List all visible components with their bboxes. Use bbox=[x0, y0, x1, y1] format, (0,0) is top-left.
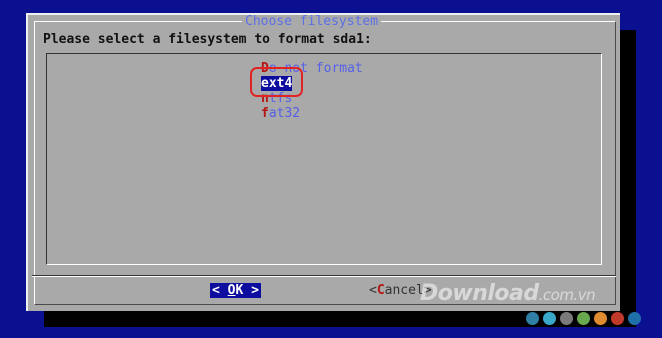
ok-bracket-right: > bbox=[243, 283, 259, 298]
button-separator bbox=[32, 275, 616, 277]
ok-bracket-left: < bbox=[212, 283, 228, 298]
watermark-dot bbox=[577, 312, 590, 325]
watermark-dots bbox=[526, 312, 641, 325]
watermark-brand: Download bbox=[420, 281, 539, 306]
watermark-dot bbox=[594, 312, 607, 325]
download-watermark: Download.com.vn bbox=[420, 281, 596, 306]
selection-highlight-ring bbox=[250, 67, 303, 97]
watermark-dot bbox=[526, 312, 539, 325]
option-fat32[interactable]: fat32 bbox=[261, 106, 363, 121]
option-label: at32 bbox=[268, 106, 301, 121]
dialog-prompt: Please select a filesystem to format sda… bbox=[43, 32, 372, 47]
cancel-label: ancel bbox=[384, 283, 424, 298]
watermark-domain: .com.vn bbox=[538, 286, 596, 304]
option-hotkey: f bbox=[261, 106, 269, 121]
choose-filesystem-dialog: Choose filesystem Please select a filesy… bbox=[26, 13, 620, 311]
dialog-title: Choose filesystem bbox=[242, 15, 382, 29]
ok-button[interactable]: < OK > bbox=[210, 283, 261, 298]
watermark-dot bbox=[560, 312, 573, 325]
cancel-hotkey: C bbox=[376, 283, 385, 298]
watermark-dot bbox=[628, 312, 641, 325]
watermark-dot bbox=[611, 312, 624, 325]
cancel-bracket-left: < bbox=[369, 283, 377, 298]
watermark-dot bbox=[543, 312, 556, 325]
